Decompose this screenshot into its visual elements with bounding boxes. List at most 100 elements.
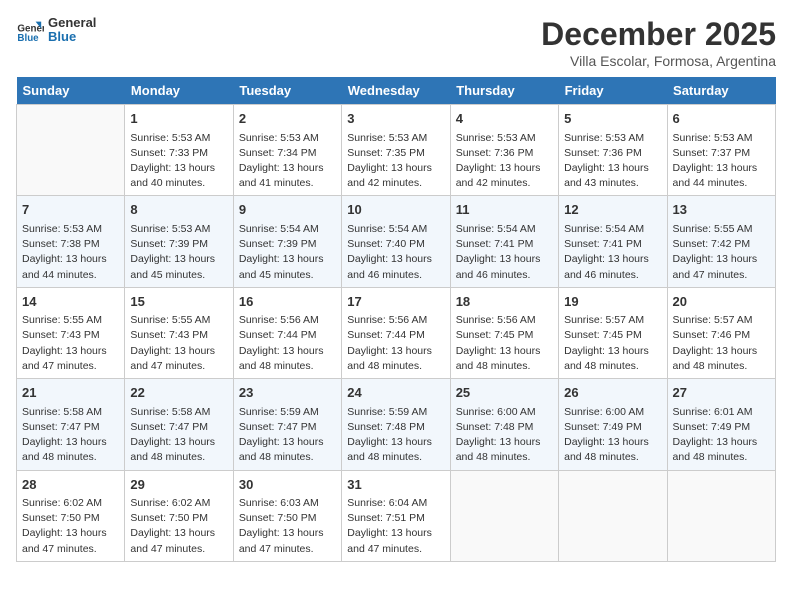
- day-info: Sunrise: 5:53 AMSunset: 7:33 PMDaylight:…: [130, 131, 227, 192]
- cell-week1-day6: 6Sunrise: 5:53 AMSunset: 7:37 PMDaylight…: [667, 105, 775, 196]
- cell-week4-day6: 27Sunrise: 6:01 AMSunset: 7:49 PMDayligh…: [667, 379, 775, 470]
- day-info: Sunrise: 5:57 AMSunset: 7:45 PMDaylight:…: [564, 313, 661, 374]
- cell-week2-day6: 13Sunrise: 5:55 AMSunset: 7:42 PMDayligh…: [667, 196, 775, 287]
- cell-week4-day5: 26Sunrise: 6:00 AMSunset: 7:49 PMDayligh…: [559, 379, 667, 470]
- header-monday: Monday: [125, 77, 233, 105]
- cell-week2-day4: 11Sunrise: 5:54 AMSunset: 7:41 PMDayligh…: [450, 196, 558, 287]
- day-info: Sunrise: 5:58 AMSunset: 7:47 PMDaylight:…: [130, 405, 227, 466]
- cell-week1-day4: 4Sunrise: 5:53 AMSunset: 7:36 PMDaylight…: [450, 105, 558, 196]
- day-info: Sunrise: 5:56 AMSunset: 7:44 PMDaylight:…: [239, 313, 336, 374]
- day-number: 22: [130, 383, 227, 403]
- cell-week4-day0: 21Sunrise: 5:58 AMSunset: 7:47 PMDayligh…: [17, 379, 125, 470]
- day-info: Sunrise: 5:57 AMSunset: 7:46 PMDaylight:…: [673, 313, 770, 374]
- day-number: 27: [673, 383, 770, 403]
- day-info: Sunrise: 5:54 AMSunset: 7:40 PMDaylight:…: [347, 222, 444, 283]
- day-number: 30: [239, 475, 336, 495]
- day-number: 25: [456, 383, 553, 403]
- cell-week1-day3: 3Sunrise: 5:53 AMSunset: 7:35 PMDaylight…: [342, 105, 450, 196]
- day-number: 8: [130, 200, 227, 220]
- day-number: 16: [239, 292, 336, 312]
- day-info: Sunrise: 5:55 AMSunset: 7:43 PMDaylight:…: [130, 313, 227, 374]
- day-info: Sunrise: 5:54 AMSunset: 7:41 PMDaylight:…: [456, 222, 553, 283]
- header-sunday: Sunday: [17, 77, 125, 105]
- day-info: Sunrise: 5:59 AMSunset: 7:48 PMDaylight:…: [347, 405, 444, 466]
- day-number: 12: [564, 200, 661, 220]
- day-info: Sunrise: 5:58 AMSunset: 7:47 PMDaylight:…: [22, 405, 119, 466]
- day-info: Sunrise: 5:54 AMSunset: 7:41 PMDaylight:…: [564, 222, 661, 283]
- header-friday: Friday: [559, 77, 667, 105]
- cell-week3-day2: 16Sunrise: 5:56 AMSunset: 7:44 PMDayligh…: [233, 287, 341, 378]
- day-number: 26: [564, 383, 661, 403]
- day-info: Sunrise: 6:01 AMSunset: 7:49 PMDaylight:…: [673, 405, 770, 466]
- day-info: Sunrise: 6:02 AMSunset: 7:50 PMDaylight:…: [22, 496, 119, 557]
- day-number: 23: [239, 383, 336, 403]
- cell-week1-day2: 2Sunrise: 5:53 AMSunset: 7:34 PMDaylight…: [233, 105, 341, 196]
- cell-week2-day5: 12Sunrise: 5:54 AMSunset: 7:41 PMDayligh…: [559, 196, 667, 287]
- day-number: 19: [564, 292, 661, 312]
- cell-week2-day2: 9Sunrise: 5:54 AMSunset: 7:39 PMDaylight…: [233, 196, 341, 287]
- day-info: Sunrise: 5:56 AMSunset: 7:44 PMDaylight:…: [347, 313, 444, 374]
- logo-text-blue: Blue: [48, 30, 96, 44]
- cell-week5-day3: 31Sunrise: 6:04 AMSunset: 7:51 PMDayligh…: [342, 470, 450, 561]
- calendar-table: SundayMondayTuesdayWednesdayThursdayFrid…: [16, 77, 776, 562]
- cell-week3-day4: 18Sunrise: 5:56 AMSunset: 7:45 PMDayligh…: [450, 287, 558, 378]
- header-saturday: Saturday: [667, 77, 775, 105]
- cell-week3-day3: 17Sunrise: 5:56 AMSunset: 7:44 PMDayligh…: [342, 287, 450, 378]
- day-info: Sunrise: 5:55 AMSunset: 7:42 PMDaylight:…: [673, 222, 770, 283]
- cell-week5-day2: 30Sunrise: 6:03 AMSunset: 7:50 PMDayligh…: [233, 470, 341, 561]
- cell-week5-day4: [450, 470, 558, 561]
- logo: General Blue General Blue: [16, 16, 96, 45]
- day-number: 7: [22, 200, 119, 220]
- day-number: 6: [673, 109, 770, 129]
- day-info: Sunrise: 5:53 AMSunset: 7:36 PMDaylight:…: [456, 131, 553, 192]
- day-number: 29: [130, 475, 227, 495]
- cell-week1-day5: 5Sunrise: 5:53 AMSunset: 7:36 PMDaylight…: [559, 105, 667, 196]
- page-subtitle: Villa Escolar, Formosa, Argentina: [541, 53, 776, 69]
- cell-week2-day3: 10Sunrise: 5:54 AMSunset: 7:40 PMDayligh…: [342, 196, 450, 287]
- cell-week3-day5: 19Sunrise: 5:57 AMSunset: 7:45 PMDayligh…: [559, 287, 667, 378]
- svg-text:Blue: Blue: [17, 33, 39, 44]
- cell-week5-day1: 29Sunrise: 6:02 AMSunset: 7:50 PMDayligh…: [125, 470, 233, 561]
- title-block: December 2025 Villa Escolar, Formosa, Ar…: [541, 16, 776, 69]
- day-info: Sunrise: 5:53 AMSunset: 7:34 PMDaylight:…: [239, 131, 336, 192]
- cell-week5-day5: [559, 470, 667, 561]
- day-number: 14: [22, 292, 119, 312]
- cell-week5-day0: 28Sunrise: 6:02 AMSunset: 7:50 PMDayligh…: [17, 470, 125, 561]
- day-number: 3: [347, 109, 444, 129]
- day-info: Sunrise: 5:56 AMSunset: 7:45 PMDaylight:…: [456, 313, 553, 374]
- day-number: 21: [22, 383, 119, 403]
- day-number: 2: [239, 109, 336, 129]
- header-thursday: Thursday: [450, 77, 558, 105]
- day-number: 4: [456, 109, 553, 129]
- day-number: 15: [130, 292, 227, 312]
- day-info: Sunrise: 5:55 AMSunset: 7:43 PMDaylight:…: [22, 313, 119, 374]
- day-info: Sunrise: 5:53 AMSunset: 7:39 PMDaylight:…: [130, 222, 227, 283]
- day-info: Sunrise: 5:53 AMSunset: 7:37 PMDaylight:…: [673, 131, 770, 192]
- cell-week3-day6: 20Sunrise: 5:57 AMSunset: 7:46 PMDayligh…: [667, 287, 775, 378]
- day-number: 31: [347, 475, 444, 495]
- day-info: Sunrise: 6:04 AMSunset: 7:51 PMDaylight:…: [347, 496, 444, 557]
- day-number: 20: [673, 292, 770, 312]
- day-number: 18: [456, 292, 553, 312]
- day-number: 13: [673, 200, 770, 220]
- day-info: Sunrise: 5:53 AMSunset: 7:36 PMDaylight:…: [564, 131, 661, 192]
- logo-text-general: General: [48, 16, 96, 30]
- day-number: 1: [130, 109, 227, 129]
- day-number: 11: [456, 200, 553, 220]
- cell-week3-day1: 15Sunrise: 5:55 AMSunset: 7:43 PMDayligh…: [125, 287, 233, 378]
- day-info: Sunrise: 5:54 AMSunset: 7:39 PMDaylight:…: [239, 222, 336, 283]
- day-info: Sunrise: 6:00 AMSunset: 7:48 PMDaylight:…: [456, 405, 553, 466]
- day-info: Sunrise: 5:59 AMSunset: 7:47 PMDaylight:…: [239, 405, 336, 466]
- day-info: Sunrise: 6:03 AMSunset: 7:50 PMDaylight:…: [239, 496, 336, 557]
- day-info: Sunrise: 5:53 AMSunset: 7:35 PMDaylight:…: [347, 131, 444, 192]
- cell-week1-day1: 1Sunrise: 5:53 AMSunset: 7:33 PMDaylight…: [125, 105, 233, 196]
- day-number: 17: [347, 292, 444, 312]
- day-info: Sunrise: 6:02 AMSunset: 7:50 PMDaylight:…: [130, 496, 227, 557]
- cell-week4-day1: 22Sunrise: 5:58 AMSunset: 7:47 PMDayligh…: [125, 379, 233, 470]
- day-info: Sunrise: 6:00 AMSunset: 7:49 PMDaylight:…: [564, 405, 661, 466]
- cell-week4-day3: 24Sunrise: 5:59 AMSunset: 7:48 PMDayligh…: [342, 379, 450, 470]
- day-number: 28: [22, 475, 119, 495]
- cell-week3-day0: 14Sunrise: 5:55 AMSunset: 7:43 PMDayligh…: [17, 287, 125, 378]
- page-header: General Blue General Blue December 2025 …: [16, 16, 776, 69]
- logo-icon: General Blue: [16, 16, 44, 44]
